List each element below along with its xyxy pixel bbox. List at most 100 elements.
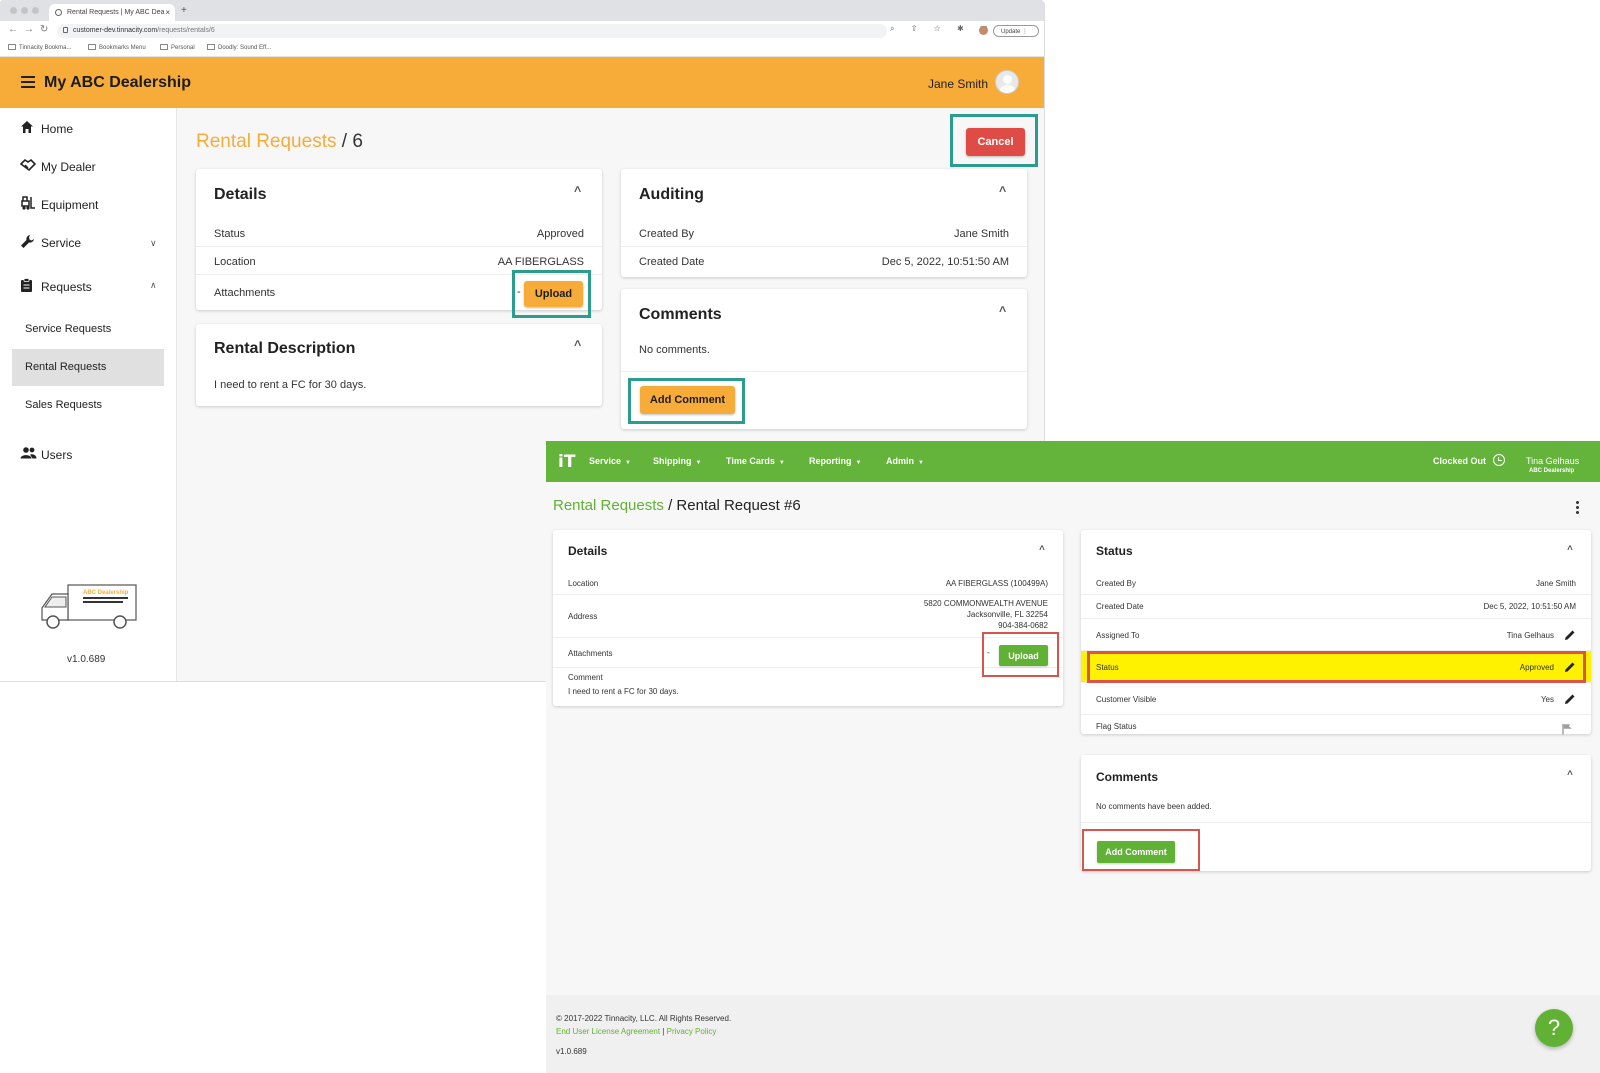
chevron-up-icon[interactable]: ∧ [573, 184, 583, 195]
window-zoom-dot[interactable] [32, 7, 39, 14]
chevron-up-icon[interactable]: ∧ [998, 304, 1008, 315]
window-close-dot[interactable] [10, 7, 17, 14]
created-by-row: Created By Jane Smith [1081, 571, 1591, 595]
forward-icon[interactable]: → [24, 24, 34, 35]
app-version: v1.0.689 [67, 654, 106, 665]
menu-icon[interactable] [21, 76, 35, 88]
edit-pencil-icon[interactable] [1564, 693, 1576, 705]
chevron-up-icon[interactable]: ∧ [1038, 543, 1046, 552]
reload-icon[interactable]: ↻ [40, 24, 48, 35]
user-name[interactable]: Jane Smith [928, 77, 988, 91]
window-minimize-dot[interactable] [21, 7, 28, 14]
sidebar-subitem-rental-requests[interactable]: Rental Requests [12, 349, 164, 386]
chevron-up-icon[interactable]: ∧ [1566, 768, 1574, 777]
breadcrumb-rental-requests-link[interactable]: Rental Requests [553, 497, 664, 514]
breadcrumb-rental-requests-link[interactable]: Rental Requests [196, 131, 336, 152]
caret-down-icon: ▼ [695, 460, 702, 466]
back-icon[interactable]: ← [8, 24, 18, 35]
handshake-icon [20, 158, 36, 172]
edit-pencil-icon[interactable] [1564, 629, 1576, 641]
flag-icon[interactable] [1562, 723, 1573, 735]
url-host: customer-dev.tinnacity.com [73, 27, 158, 34]
folder-icon [160, 44, 168, 50]
user-name[interactable]: Tina Gelhaus [1526, 456, 1579, 466]
lock-icon [63, 27, 68, 33]
sidebar-subitem-service-requests[interactable]: Service Requests [12, 311, 164, 348]
sidebar-subitem-sales-requests[interactable]: Sales Requests [12, 387, 164, 424]
chevron-down-icon[interactable]: ∨ [150, 238, 157, 249]
highlight-box [982, 632, 1059, 677]
bookmark-link[interactable]: Doodly: Sound Eff... [207, 44, 271, 51]
chevron-up-icon[interactable]: ∧ [1566, 543, 1574, 552]
footer-divider: | [662, 1027, 665, 1036]
caret-down-icon: ▼ [855, 460, 862, 466]
browser-tab[interactable]: Rental Requests | My ABC Dea × [49, 4, 175, 21]
nav-time-cards[interactable]: Time Cards ▼ [726, 456, 785, 466]
user-avatar[interactable] [995, 70, 1019, 94]
dealer-app-window: iT Service ▼ Shipping ▼ Time Cards ▼ Report… [546, 441, 1600, 1073]
customer-visible-value: Yes [1540, 695, 1554, 704]
chevron-up-icon[interactable]: ∧ [998, 184, 1008, 195]
breadcrumb: Rental Requests / 6 [196, 131, 363, 153]
card-title: Status [1096, 544, 1133, 558]
more-vert-icon[interactable] [1576, 501, 1579, 516]
comments-empty-text: No comments. [639, 344, 710, 356]
svg-text:ABC Dealership: ABC Dealership [83, 590, 129, 596]
update-button[interactable]: Update ⋮ [993, 25, 1039, 37]
users-icon [20, 447, 37, 459]
address-row: ← → ↻ customer-dev.tinnacity.com/request… [0, 21, 1044, 40]
footer: © 2017-2022 Tinnacity, LLC. All Rights R… [546, 995, 1600, 1073]
browser-tab-bar: Rental Requests | My ABC Dea × + [0, 0, 1044, 21]
card-title: Comments [639, 306, 722, 323]
created-by-row: Created By Jane Smith [621, 219, 1027, 247]
footer-version: v1.0.689 [556, 1047, 587, 1056]
chevron-up-icon[interactable]: ∧ [150, 280, 157, 291]
nav-admin[interactable]: Admin ▼ [886, 456, 924, 466]
location-value: AA FIBERGLASS [497, 256, 584, 268]
comments-empty-text: No comments have been added. [1096, 802, 1212, 811]
nav-shipping[interactable]: Shipping ▼ [653, 456, 701, 466]
highlight-box [950, 114, 1038, 167]
dealer-status-card: Status ∧ Created By Jane Smith Created D… [1081, 530, 1591, 734]
breadcrumb-separator: / [341, 131, 348, 152]
globe-icon [55, 9, 62, 16]
bookmark-folder[interactable]: Tinnacity Bookma... [8, 44, 71, 51]
customer-sidebar: Home My Dealer Equipment Service ∨ Reque… [0, 108, 177, 681]
comment-label: Comment [568, 673, 603, 682]
clipboard-icon [21, 278, 32, 292]
nav-reporting[interactable]: Reporting ▼ [809, 456, 861, 466]
breadcrumb: Rental Requests / Rental Request #6 [553, 497, 801, 514]
breadcrumb-separator: / [668, 497, 673, 514]
customer-visible-row: Customer Visible Yes [1081, 683, 1591, 715]
bookmark-folder[interactable]: Bookmarks Menu [88, 44, 146, 51]
highlight-box [628, 378, 745, 424]
bookmark-folder[interactable]: Personal [160, 44, 195, 51]
eula-link[interactable]: End User License Agreement [556, 1027, 660, 1036]
clock-status[interactable]: Clocked Out [1433, 456, 1486, 466]
dealer-details-card: Details ∧ Location AA FIBERGLASS (100499… [553, 530, 1063, 706]
caret-down-icon: ▼ [918, 460, 924, 466]
highlight-box [1082, 829, 1200, 871]
created-by-value: Jane Smith [953, 228, 1009, 240]
nav-service[interactable]: Service ▼ [589, 456, 631, 466]
folder-icon [8, 44, 16, 50]
highlight-box [1087, 651, 1586, 683]
browser-tab-title: Rental Requests | My ABC Dea [67, 9, 165, 16]
card-title: Auditing [639, 186, 704, 203]
privacy-policy-link[interactable]: Privacy Policy [667, 1027, 717, 1036]
chevron-up-icon[interactable]: ∧ [573, 338, 583, 349]
created-date-value: Dec 5, 2022, 10:51:50 AM [1483, 602, 1576, 611]
tab-close-icon[interactable]: × [165, 8, 170, 17]
dealer-app-bar: iT Service ▼ Shipping ▼ Time Cards ▼ Report… [546, 441, 1600, 482]
card-title: Rental Description [214, 340, 356, 357]
new-tab-button[interactable]: + [181, 5, 187, 16]
app-logo[interactable]: iT [558, 452, 575, 472]
app-title: My ABC Dealership [44, 74, 191, 91]
help-button[interactable]: ? [1535, 1009, 1573, 1047]
created-date-value: Dec 5, 2022, 10:51:50 AM [881, 256, 1009, 268]
profile-avatar[interactable] [979, 26, 988, 35]
clock-icon [1493, 454, 1505, 466]
location-value: AA FIBERGLASS (100499A) [945, 579, 1048, 588]
assigned-to-value: Tina Gelhaus [1506, 631, 1554, 640]
address-bar[interactable]: customer-dev.tinnacity.com/requests/rent… [57, 24, 887, 38]
